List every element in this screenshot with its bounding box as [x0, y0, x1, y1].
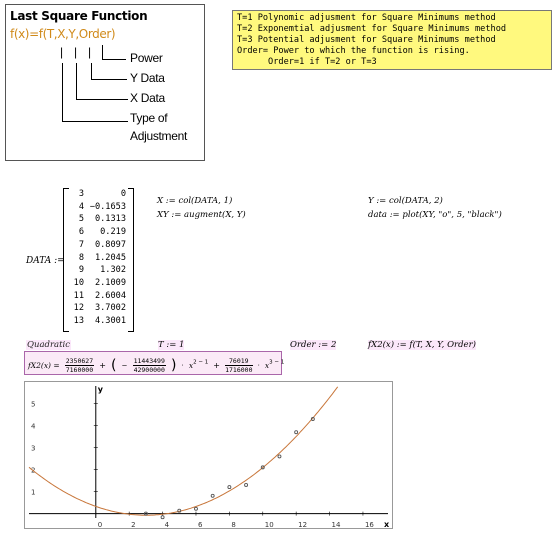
data-label: DATA := — [26, 256, 65, 266]
legend-bar-3: | — [88, 45, 91, 59]
matrix-row: 30 — [66, 189, 130, 203]
matrix-row: 6 0.219 — [66, 227, 130, 241]
note-line: T=2 Exponemtial adjusment for Square Min… — [237, 24, 507, 34]
fit-curve — [28, 386, 339, 516]
fraction: 2350627 7160000 — [64, 357, 95, 374]
note-line: Order= Power to which the function is ri… — [237, 46, 470, 56]
x-axis-label: x — [384, 520, 390, 528]
expr-x-assign[interactable]: X := col(DATA, 1) — [157, 196, 232, 206]
fraction: 76019 1716000 — [225, 357, 253, 374]
matrix-cell: 4.3001 — [94, 316, 126, 326]
matrix-cell: 0.8097 — [94, 239, 126, 250]
tree-line — [91, 79, 127, 80]
matrix-row: 9 1.302 — [66, 265, 130, 279]
label-adjustment: Adjustment — [130, 129, 188, 143]
x-tick-label: 0 — [98, 521, 102, 528]
x-tick-label: 14 — [332, 521, 341, 528]
plot-frame[interactable]: 0 2 4 6 8 10 12 14 16 1 2 3 4 5 x y — [24, 381, 393, 529]
x-tick-label: 2 — [131, 521, 135, 528]
note-line: Order=1 if T=2 or T=3 — [237, 57, 377, 67]
frac-den: 1716000 — [225, 366, 253, 374]
note-line: T=3 Potential adjusment for Square Minim… — [237, 35, 496, 45]
frac-num: 2350627 — [64, 357, 95, 366]
expr-fx2-def[interactable]: fX2(x) := f(T, X, Y, Order) — [368, 340, 476, 350]
tree-line — [76, 99, 128, 100]
tree-line — [102, 59, 126, 60]
fx2-lhs: fX2(x) = — [28, 361, 60, 370]
notes-box: T=1 Polynomic adjusment for Square Minim… — [232, 10, 552, 70]
exponent: 3 − 1 — [269, 359, 285, 366]
y-tick-label: 4 — [31, 423, 36, 431]
matrix-cell: 0 — [120, 189, 126, 199]
tree-line — [76, 63, 77, 99]
data-point — [177, 508, 182, 513]
frac-den: 7160000 — [65, 366, 94, 374]
data-point — [160, 515, 165, 520]
x-tick-label: 12 — [298, 521, 307, 528]
data-point — [294, 430, 299, 435]
matrix-cell: 1.302 — [100, 265, 126, 276]
chart-svg: 0 2 4 6 8 10 12 14 1612345xy — [28, 385, 390, 528]
matrix-row: 8 1.2045 — [66, 253, 130, 267]
matrix-row: 10 2.1009 — [66, 278, 130, 292]
label-y-data: Y Data — [130, 71, 165, 85]
exponent: 2 − 1 — [193, 359, 209, 366]
matrix-row: 12 3.7002 — [66, 303, 130, 317]
x-tick-label: 8 — [231, 521, 235, 528]
matrix-cell: 1.2045 — [94, 252, 126, 263]
matrix-cell: 2.1009 — [94, 277, 126, 288]
legend-bar-2: | — [74, 45, 77, 59]
matrix-row: 4 −0.1653 — [66, 202, 130, 216]
legend-box: Last Square Function f(x)=f(T,X,Y,Order)… — [5, 4, 205, 161]
x-tick-label: 6 — [198, 521, 203, 528]
expr-xy-assign[interactable]: XY := augment(X, Y) — [157, 210, 246, 220]
y-axis-label: y — [98, 385, 104, 394]
tree-line — [102, 45, 103, 59]
expr-y-assign[interactable]: Y := col(DATA, 2) — [368, 196, 443, 206]
quadratic-label: Quadratic — [26, 340, 71, 350]
y-tick-label: 1 — [31, 489, 35, 497]
note-line: T=1 Polynomic adjusment for Square Minim… — [237, 13, 496, 23]
matrix-row: 13 4.3001 — [66, 316, 130, 330]
tree-line — [62, 63, 63, 121]
label-type-of: Type of — [130, 111, 168, 125]
matrix-cell: 3.7002 — [94, 303, 126, 314]
expr-plot-assign[interactable]: data := plot(XY, "o", 5, "black") — [368, 210, 502, 220]
frac-num: 11443499 — [132, 357, 166, 366]
label-power: Power — [130, 51, 163, 65]
expr-t-assign[interactable]: T := 1 — [158, 340, 185, 350]
legend-bar-1: | — [60, 45, 63, 59]
x-tick-label: 4 — [165, 521, 170, 528]
fx2-result[interactable]: fX2(x) = 2350627 7160000 + ( − 11443499 42… — [24, 351, 285, 375]
matrix-row: 7 0.8097 — [66, 240, 130, 254]
frac-den: 42900000 — [133, 366, 165, 374]
data-point — [194, 506, 198, 511]
tree-line — [62, 121, 128, 122]
legend-formula: f(x)=f(T,X,Y,Order) — [10, 27, 116, 41]
label-x-data: X Data — [130, 91, 165, 105]
matrix-cell: 0.1313 — [94, 214, 126, 225]
data-point — [227, 485, 232, 490]
data-point — [210, 493, 215, 498]
y-tick-label: 3 — [31, 445, 35, 453]
matrix-row: 11 2.6004 — [66, 291, 130, 305]
legend-title: Last Square Function — [10, 9, 148, 23]
matrix-row: 5 0.1313 — [66, 214, 130, 228]
data-point — [244, 483, 249, 487]
x-tick-label: 16 — [365, 521, 374, 528]
expr-order-assign[interactable]: Order := 2 — [290, 340, 337, 350]
matrix-cell: −0.1653 — [89, 201, 126, 212]
x-tick-label: 10 — [265, 521, 274, 528]
fraction: 11443499 42900000 — [132, 357, 166, 374]
data-point — [277, 454, 282, 459]
frac-num: 76019 — [225, 357, 253, 366]
matrix-cell: 0.219 — [100, 227, 126, 238]
tree-line — [91, 63, 92, 79]
y-tick-label: 5 — [31, 401, 35, 409]
matrix-cell: 2.6004 — [94, 290, 126, 301]
data-matrix: 3 0 4 −0.1653 5 0.1313 6 0.219 7 0.8097 8 1.2045 9 1.… — [66, 189, 130, 331]
